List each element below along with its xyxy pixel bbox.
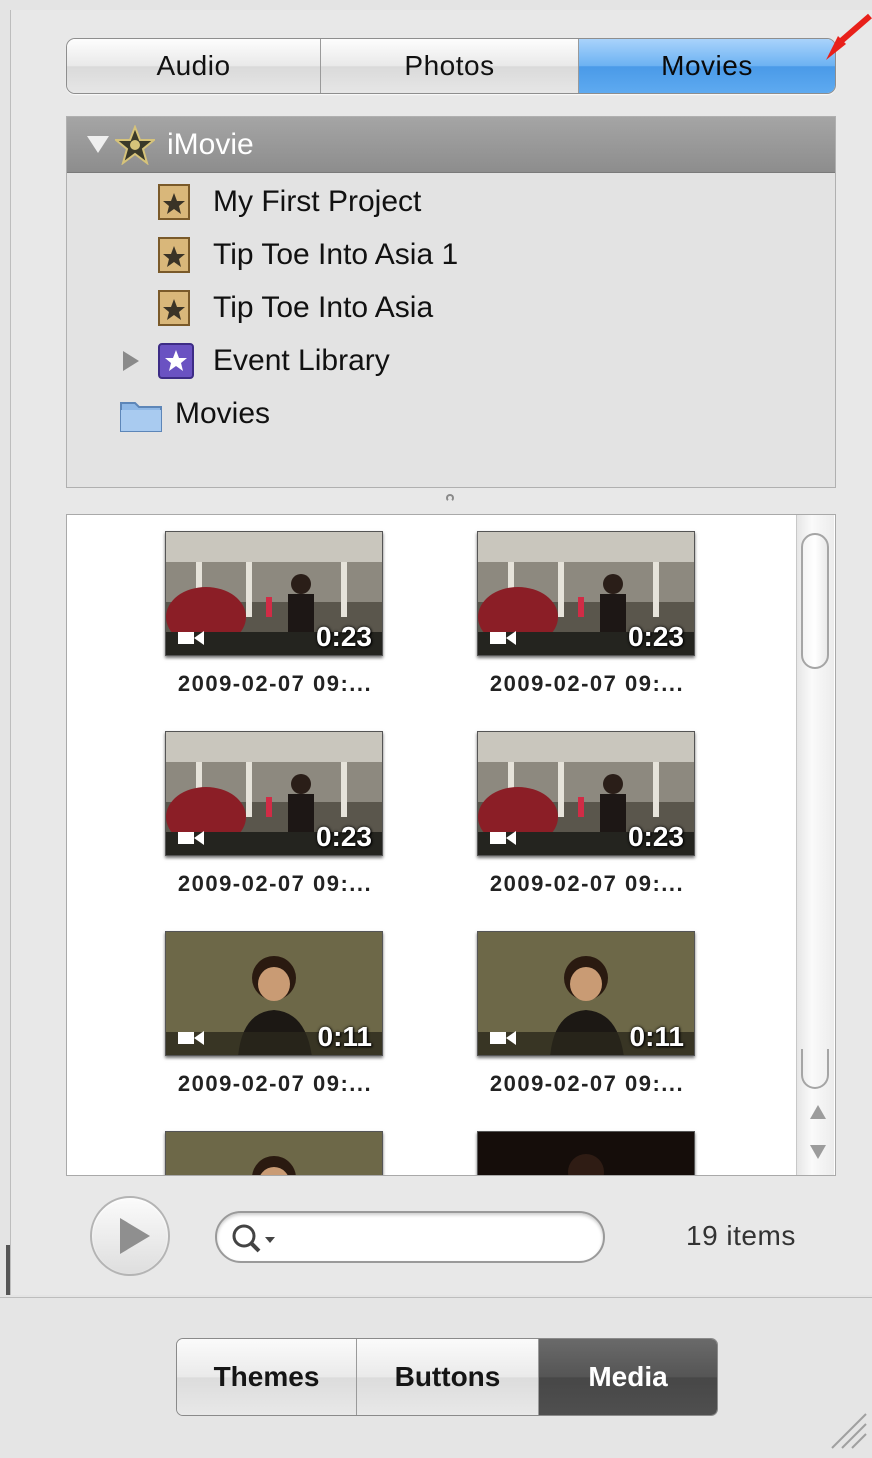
window-edge — [6, 1245, 10, 1295]
resize-grip-icon[interactable] — [828, 1410, 868, 1450]
disclosure-triangle-icon[interactable] — [87, 136, 109, 153]
video-camera-icon — [490, 1031, 516, 1045]
video-camera-icon — [178, 831, 204, 845]
clip-thumbnail[interactable]: 0:23 — [477, 731, 695, 856]
tree-item-label: My First Project — [213, 184, 422, 218]
tab-movies[interactable]: Movies — [579, 39, 835, 93]
tree-item-tip-toe-into-asia[interactable]: Tip Toe Into Asia — [157, 281, 433, 334]
clip-thumbnail[interactable] — [165, 1131, 383, 1175]
clip-caption: 2009-02-07 09:... — [489, 871, 685, 896]
video-camera-icon — [178, 1031, 204, 1045]
clip-thumbnail[interactable]: 0:23 — [165, 731, 383, 856]
tree-item-movies-folder[interactable]: Movies — [119, 387, 270, 440]
tree-item-label: Event Library — [213, 343, 390, 377]
clip-duration: 0:23 — [315, 821, 372, 852]
clip-duration: 0:23 — [315, 621, 372, 652]
tree-item-label: Tip Toe Into Asia — [213, 290, 434, 324]
scrollbar-thumb[interactable] — [801, 533, 829, 669]
project-icon — [158, 289, 190, 326]
tree-item-event-library[interactable]: Event Library — [123, 334, 390, 387]
tab-media[interactable]: Media — [539, 1339, 717, 1415]
scroll-down-arrow-icon[interactable] — [810, 1145, 826, 1159]
clip-thumbnail[interactable]: 0:23 — [477, 531, 695, 656]
tab-themes[interactable]: Themes — [177, 1339, 357, 1415]
clip-thumbnail[interactable]: 0:11 — [477, 931, 695, 1056]
video-camera-icon — [178, 631, 204, 645]
tree-item-tip-toe-into-asia-1[interactable]: Tip Toe Into Asia 1 — [157, 228, 458, 281]
play-icon — [120, 1218, 150, 1254]
clip-duration: 0:23 — [627, 621, 684, 652]
split-resize-handle[interactable] — [446, 494, 454, 502]
clip-thumbnail[interactable] — [477, 1131, 695, 1175]
folder-icon — [120, 401, 162, 432]
scrollbar-track-end — [801, 1049, 829, 1089]
item-count: 19 items — [686, 1220, 796, 1251]
search-field[interactable] — [215, 1211, 605, 1263]
clip-caption: 2009-02-07 09:... — [489, 671, 685, 696]
play-button[interactable] — [90, 1196, 170, 1276]
search-input[interactable] — [289, 1221, 593, 1255]
tree-header-imovie[interactable]: iMovie — [67, 117, 835, 173]
imovie-star-icon — [115, 124, 155, 165]
video-camera-icon — [490, 831, 516, 845]
search-icon — [232, 1224, 275, 1253]
clip-thumbnail[interactable]: 0:11 — [165, 931, 383, 1056]
video-camera-icon — [490, 631, 516, 645]
clip-duration: 0:23 — [627, 821, 684, 852]
annotation-arrow-icon — [826, 13, 872, 60]
scroll-up-arrow-icon[interactable] — [810, 1105, 826, 1119]
browser-mode-tabs: Themes Buttons Media — [176, 1338, 718, 1416]
media-type-tabs: Audio Photos Movies — [66, 38, 836, 94]
tree-item-my-first-project[interactable]: My First Project — [157, 175, 421, 228]
clip-grid-scrollbar[interactable] — [796, 515, 834, 1175]
project-icon — [158, 236, 190, 273]
clip-caption: 2009-02-07 09:... — [177, 671, 373, 696]
disclosure-triangle-icon[interactable] — [123, 350, 139, 371]
clip-grid: 0:23 2009-02-07 09:... 0:23 2009-02-07 0… — [66, 514, 836, 1176]
clip-duration: 0:11 — [629, 1021, 685, 1052]
source-list: iMovie My First Project Tip Toe Into Asi… — [66, 116, 836, 488]
clip-duration: 0:11 — [317, 1021, 373, 1052]
tab-audio[interactable]: Audio — [67, 39, 321, 93]
tree-header-label: iMovie — [167, 127, 254, 161]
clip-caption: 2009-02-07 09:... — [489, 1071, 685, 1096]
tree-item-label: Tip Toe Into Asia 1 — [213, 237, 459, 271]
tree-item-label: Movies — [175, 396, 271, 430]
clip-caption: 2009-02-07 09:... — [177, 871, 373, 896]
clip-thumbnail[interactable]: 0:23 — [165, 531, 383, 656]
clip-caption: 2009-02-07 09:... — [177, 1071, 373, 1096]
tab-buttons[interactable]: Buttons — [357, 1339, 539, 1415]
project-icon — [158, 183, 190, 220]
tab-photos[interactable]: Photos — [321, 39, 579, 93]
event-library-icon — [158, 342, 194, 379]
